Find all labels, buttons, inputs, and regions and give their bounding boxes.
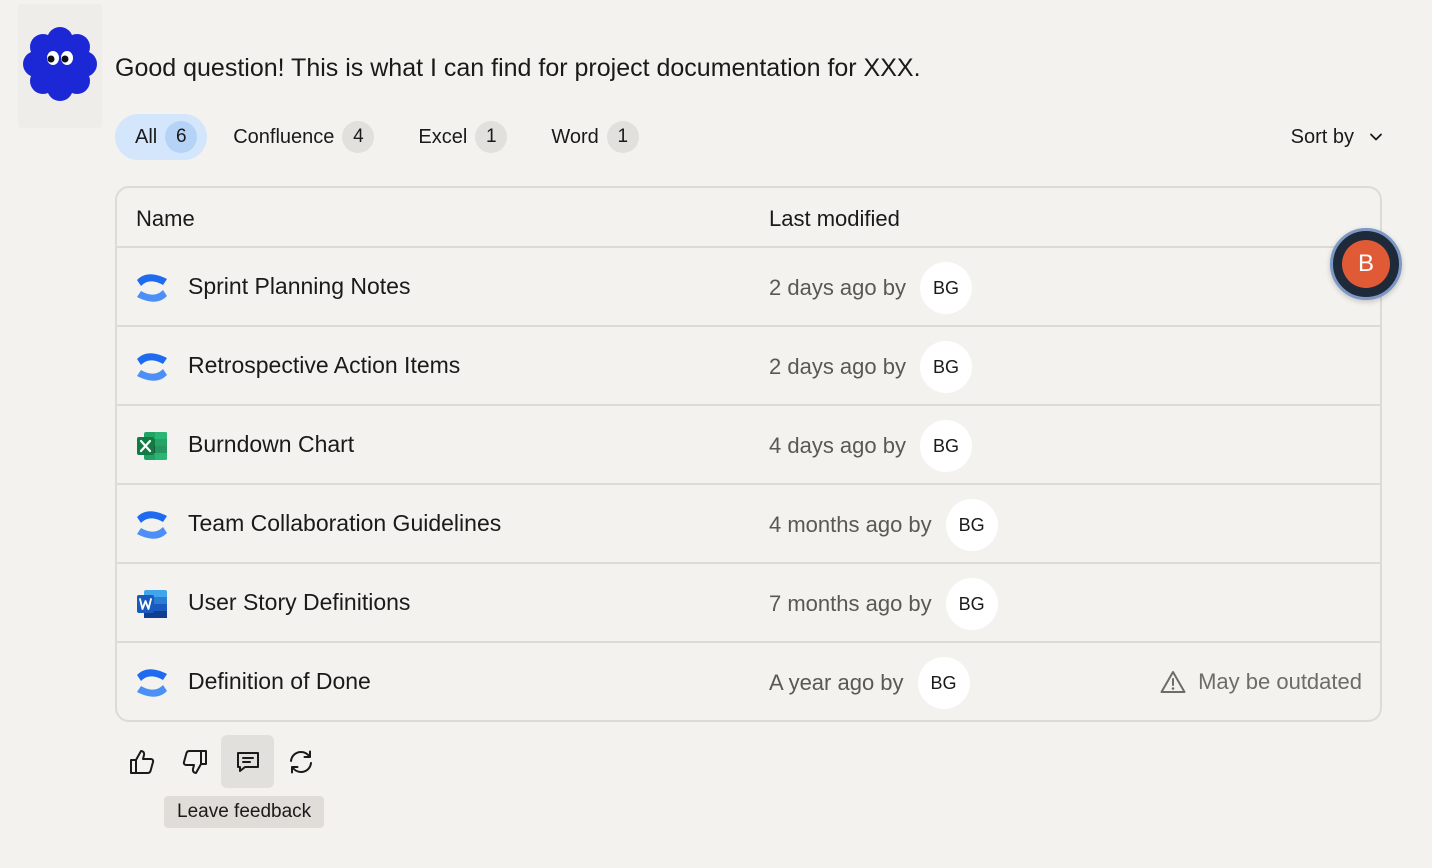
filter-count: 4	[342, 121, 375, 153]
file-name: Burndown Chart	[188, 431, 355, 457]
last-modified: 4 months ago by BG	[769, 499, 998, 551]
thumbs-up-icon	[129, 749, 154, 774]
modified-text: 2 days ago by	[769, 275, 906, 300]
filter-label: Excel	[418, 125, 468, 148]
outdated-warning: May be outdated	[1160, 669, 1362, 695]
table-row[interactable]: User Story Definitions 7 months ago by B…	[117, 564, 1380, 643]
filter-label: Confluence	[233, 125, 335, 148]
table-row[interactable]: Definition of Done A year ago by BG May …	[117, 643, 1380, 720]
thumbs-up-button[interactable]	[115, 735, 168, 788]
filter-chip-all[interactable]: All 6	[115, 114, 208, 160]
column-header-name: Name	[136, 206, 195, 231]
user-avatar[interactable]: BG	[945, 499, 998, 551]
table-row[interactable]: Retrospective Action Items 2 days ago by…	[117, 327, 1380, 406]
user-initial: B	[1342, 240, 1390, 288]
user-avatar[interactable]: BG	[919, 341, 972, 393]
chevron-down-icon	[1370, 133, 1382, 141]
table-row[interactable]: Sprint Planning Notes 2 days ago by BG	[117, 248, 1380, 327]
table-row[interactable]: Team Collaboration Guidelines 4 months a…	[117, 485, 1380, 564]
sort-label: Sort by	[1290, 125, 1354, 148]
modified-text: 7 months ago by	[769, 591, 932, 616]
floating-user-avatar[interactable]: B	[1330, 228, 1402, 300]
filter-chip-confluence[interactable]: Confluence 4	[213, 114, 392, 160]
regenerate-icon	[289, 750, 312, 773]
modified-text: 4 days ago by	[769, 433, 906, 458]
last-modified: 2 days ago by BG	[769, 341, 972, 393]
feedback-icon	[236, 751, 259, 772]
modified-text: 4 months ago by	[769, 512, 932, 537]
modified-text: A year ago by	[769, 670, 904, 695]
leave-feedback-tooltip: Leave feedback	[164, 796, 325, 828]
thumbs-down-icon	[182, 749, 207, 774]
documents-table: Name Last modified Sprint Planning Notes…	[115, 186, 1382, 722]
flower-mascot-icon	[23, 27, 97, 101]
filter-bar: All 6 Confluence 4 Excel 1 Word 1	[115, 114, 663, 160]
last-modified: A year ago by BG	[769, 657, 970, 709]
file-name: Retrospective Action Items	[188, 352, 461, 378]
last-modified: 7 months ago by BG	[769, 578, 998, 630]
filter-chip-excel[interactable]: Excel 1	[398, 114, 525, 160]
last-modified: 2 days ago by BG	[769, 262, 972, 314]
filter-count: 6	[165, 121, 198, 153]
thumbs-down-button[interactable]	[168, 735, 221, 788]
confluence-icon	[137, 274, 167, 302]
leave-feedback-button[interactable]	[221, 735, 274, 788]
table-row[interactable]: Burndown Chart 4 days ago by BG	[117, 406, 1380, 485]
user-avatar[interactable]: BG	[919, 420, 972, 472]
confluence-icon	[137, 511, 167, 539]
file-name: Sprint Planning Notes	[188, 273, 411, 299]
sort-dropdown[interactable]: Sort by	[1291, 114, 1384, 160]
filter-count: 1	[475, 121, 508, 153]
last-modified: 4 days ago by BG	[769, 420, 972, 472]
file-name: Definition of Done	[188, 668, 371, 694]
confluence-icon	[137, 669, 167, 697]
confluence-icon	[137, 353, 167, 381]
user-avatar[interactable]: BG	[917, 657, 970, 709]
word-icon	[137, 590, 167, 618]
excel-icon	[137, 432, 167, 460]
filter-label: All	[135, 125, 158, 148]
filter-count: 1	[606, 121, 639, 153]
file-name: Team Collaboration Guidelines	[188, 510, 502, 536]
warning-icon	[1160, 671, 1186, 693]
filter-label: Word	[551, 125, 599, 148]
column-header-last-modified: Last modified	[769, 206, 900, 231]
assistant-message: Good question! This is what I can find f…	[115, 54, 921, 82]
user-avatar[interactable]: BG	[919, 262, 972, 314]
filter-chip-word[interactable]: Word 1	[531, 114, 656, 160]
message-actions	[115, 735, 327, 788]
assistant-avatar	[18, 4, 102, 128]
modified-text: 2 days ago by	[769, 354, 906, 379]
regenerate-button[interactable]	[274, 735, 327, 788]
table-header: Name Last modified	[117, 188, 1380, 248]
warning-text: May be outdated	[1198, 669, 1362, 694]
user-avatar[interactable]: BG	[945, 578, 998, 630]
file-name: User Story Definitions	[188, 589, 411, 615]
